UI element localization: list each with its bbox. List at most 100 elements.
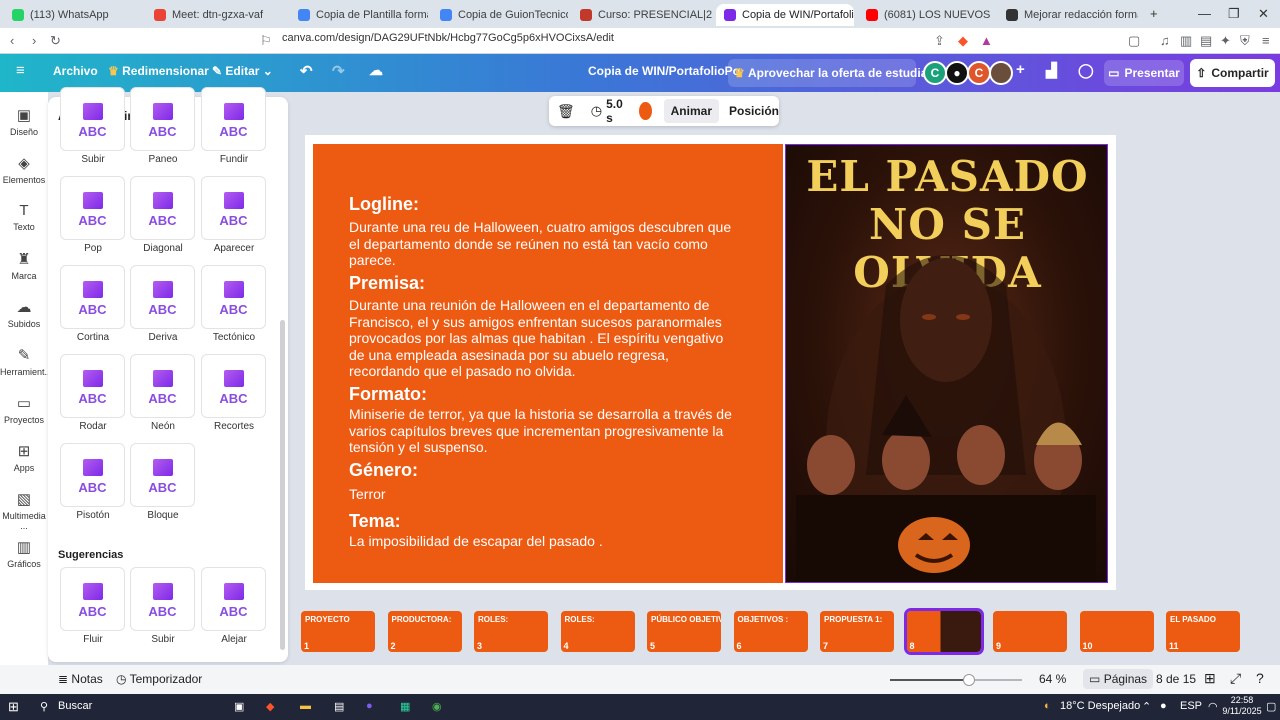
page-thumbnail[interactable]: EL PASADO 11 <box>1166 611 1240 652</box>
rail-item[interactable]: ▥ Gráficos <box>0 538 48 569</box>
rail-item[interactable]: ▣ Diseño <box>0 106 48 137</box>
grid-view-icon[interactable]: ⊞ <box>1204 670 1216 687</box>
effect-card[interactable]: ABC <box>130 265 195 329</box>
app-icon-3[interactable]: ▦ <box>400 700 410 713</box>
zoom-slider[interactable] <box>890 674 1022 686</box>
restore-icon[interactable]: ❐ <box>1228 6 1240 22</box>
rail-item[interactable]: ♜ Marca <box>0 250 48 281</box>
mic-icon[interactable]: ● <box>1160 700 1167 712</box>
minimize-icon[interactable]: — <box>1198 6 1211 21</box>
sidebar-icon[interactable]: ▥ <box>1180 33 1192 49</box>
add-collaborator-icon[interactable]: + <box>1016 61 1025 78</box>
effect-card[interactable]: ABC <box>201 176 266 240</box>
page-thumbnail[interactable]: ROLES: 4 <box>560 611 635 652</box>
rail-item[interactable]: ◈ Elementos <box>0 154 48 185</box>
page-thumbnail[interactable]: PÚBLICO OBJETIVO: 5 <box>647 611 721 652</box>
timer-button[interactable]: ◷ Temporizador <box>116 672 202 686</box>
page-thumbnail[interactable]: PROPUESTA 1: 7 <box>820 611 894 652</box>
effect-card[interactable]: ABC <box>201 87 266 151</box>
edit-mode-button[interactable]: ✎ Editar ⌄ <box>212 64 273 78</box>
collaborator-avatar[interactable]: C <box>923 61 947 85</box>
animate-button[interactable]: Animar <box>663 99 719 123</box>
page-thumbnail[interactable]: 10 <box>1079 611 1154 652</box>
clock[interactable]: 22:58 9/11/2025 <box>1222 695 1262 717</box>
collaborator-avatar[interactable]: ● <box>945 61 969 85</box>
tray-chevron-icon[interactable]: ⌃ <box>1142 700 1151 713</box>
suggestion-card[interactable]: ABC <box>60 567 125 631</box>
wifi-icon[interactable]: ◠ <box>1208 700 1218 713</box>
present-button[interactable]: ▭ Presentar <box>1104 60 1184 86</box>
brave-shield-icon[interactable]: ◆ <box>958 33 968 49</box>
music-icon[interactable]: ♫ <box>1160 33 1170 48</box>
suggestion-card[interactable]: ABC <box>201 567 266 631</box>
chrome-app-icon[interactable]: ◉ <box>432 700 442 713</box>
collaborator-avatar[interactable]: C <box>967 61 991 85</box>
undo-icon[interactable]: ↶ <box>300 62 313 80</box>
bookmark-icon[interactable]: ⚐ <box>260 33 272 49</box>
app-icon-2[interactable]: ● <box>366 700 373 712</box>
comments-icon[interactable]: ◯ <box>1078 62 1094 79</box>
rail-item[interactable]: ▧ Multimedia ... <box>0 490 48 531</box>
pages-button[interactable]: ▭ Páginas <box>1083 669 1154 689</box>
rail-item[interactable]: ⊞ Apps <box>0 442 48 473</box>
redo-icon[interactable]: ↷ <box>332 62 345 80</box>
student-offer-button[interactable]: ♛ Aprovechar la oferta de estudiante <box>728 59 945 87</box>
slide-text-panel[interactable]: Logline: Durante una reu de Halloween, c… <box>313 144 783 583</box>
notes-button[interactable]: ≣ Notas <box>58 672 103 686</box>
page-thumbnail[interactable]: 8 <box>903 608 984 655</box>
panel-scrollbar[interactable] <box>280 320 285 650</box>
reload-icon[interactable]: ↻ <box>50 33 61 49</box>
explorer-app-icon[interactable]: ▬ <box>300 700 311 712</box>
color-swatch[interactable] <box>638 102 652 120</box>
effect-card[interactable]: ABC <box>130 443 195 507</box>
url-field[interactable]: canva.com/design/DAG29UFtNbk/Hcbg77GoCg5… <box>282 32 614 44</box>
help-icon[interactable]: ? <box>1256 670 1264 686</box>
back-icon[interactable]: ‹ <box>10 33 14 48</box>
effect-card[interactable]: ABC <box>60 87 125 151</box>
resize-button[interactable]: ♛ Redimensionar <box>108 64 209 78</box>
collaborator-avatar[interactable] <box>989 61 1013 85</box>
share-button[interactable]: ⇧ Compartir <box>1190 59 1275 87</box>
rail-item[interactable]: T Texto <box>0 202 48 232</box>
share-page-icon[interactable]: ⇪ <box>934 33 945 49</box>
rail-item[interactable]: ▭ Proyectos <box>0 394 48 425</box>
file-menu[interactable]: Archivo <box>53 64 98 78</box>
cast-icon[interactable]: ▢ <box>1128 33 1140 49</box>
fullscreen-icon[interactable]: ⤢ <box>1230 670 1241 687</box>
browser-tab[interactable]: Copia de WIN/PortafolioP✕ <box>716 4 854 26</box>
effect-card[interactable]: ABC <box>60 354 125 418</box>
windows-start-icon[interactable]: ⊞ <box>8 699 19 715</box>
page-thumbnail[interactable]: OBJETIVOS : 6 <box>733 611 808 652</box>
menu-icon[interactable]: ≡ <box>16 62 25 79</box>
browser-tab[interactable]: Meet: dtn-gzxa-vaf <box>146 4 284 26</box>
brave-rewards-icon[interactable]: ▲ <box>980 33 993 48</box>
effect-card[interactable]: ABC <box>201 354 266 418</box>
effect-card[interactable]: ABC <box>130 176 195 240</box>
browser-tab[interactable]: (6081) LOS NUEVOS GALLOS | <box>858 4 994 26</box>
task-view-icon[interactable]: ▣ <box>234 700 244 713</box>
browser-tab[interactable]: Mejorar redacción formato <box>998 4 1138 26</box>
vpn-icon[interactable]: ⛨ <box>1240 33 1250 49</box>
duration-button[interactable]: 5.0 s <box>606 97 625 125</box>
document-title[interactable]: Copia de WIN/PortafolioPo <box>588 64 740 78</box>
insights-icon[interactable]: ▟ <box>1046 62 1057 79</box>
page-thumbnail[interactable]: 9 <box>993 611 1067 652</box>
suggestion-card[interactable]: ABC <box>130 567 195 631</box>
forward-icon[interactable]: › <box>32 33 36 48</box>
language-indicator[interactable]: ESP <box>1180 700 1202 712</box>
browser-tab[interactable]: Copia de Plantilla formato guio <box>290 4 428 26</box>
browser-tab[interactable]: Copia de GuionTecnico.docx - <box>432 4 568 26</box>
effect-card[interactable]: ABC <box>60 443 125 507</box>
effect-card[interactable]: ABC <box>130 354 195 418</box>
rail-item[interactable]: ✎ Herramient... <box>0 346 52 377</box>
close-window-icon[interactable]: ✕ <box>1258 6 1269 22</box>
zoom-slider-handle[interactable] <box>963 674 976 686</box>
weather-text[interactable]: 18°C Despejado <box>1060 700 1140 712</box>
browser-tab[interactable]: (113) WhatsApp <box>4 4 142 26</box>
page-thumbnail[interactable]: ROLES: 3 <box>474 611 548 652</box>
leo-icon[interactable]: ✦ <box>1220 33 1231 49</box>
effect-card[interactable]: ABC <box>60 176 125 240</box>
effect-card[interactable]: ABC <box>60 265 125 329</box>
effect-card[interactable]: ABC <box>130 87 195 151</box>
app-icon[interactable]: ▤ <box>334 700 344 713</box>
